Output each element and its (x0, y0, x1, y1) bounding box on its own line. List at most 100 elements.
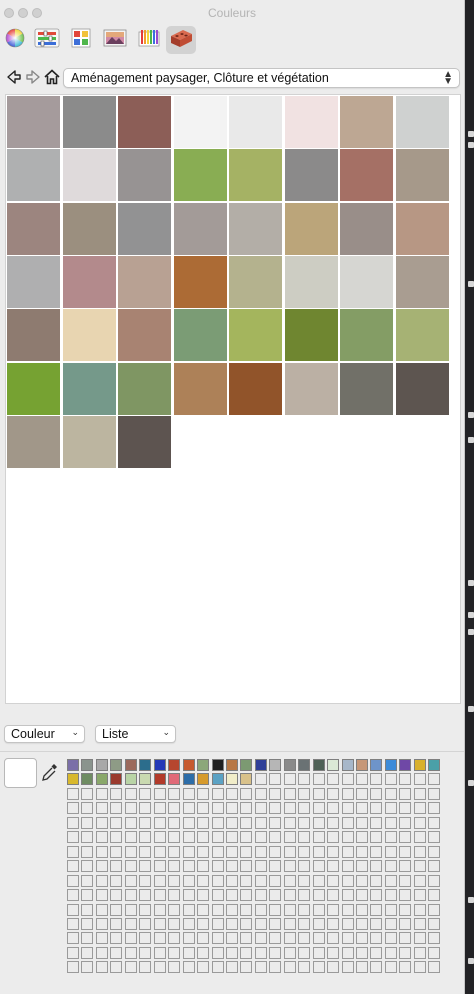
favorite-color-cell[interactable] (269, 932, 282, 945)
favorite-color-cell[interactable] (254, 816, 267, 829)
favorite-color-cell[interactable] (168, 932, 181, 945)
favorite-color-cell[interactable] (384, 874, 397, 887)
material-swatch[interactable] (284, 96, 338, 148)
favorite-color-cell[interactable] (283, 917, 296, 930)
favorite-color-cell[interactable] (225, 759, 238, 771)
favorite-color-cell[interactable] (370, 946, 383, 959)
favorite-color-cell[interactable] (67, 903, 79, 916)
favorite-color-cell[interactable] (81, 961, 94, 974)
favorite-color-cell[interactable] (182, 889, 195, 902)
favorite-color-cell[interactable] (240, 759, 253, 771)
favorite-color-cell[interactable] (153, 946, 166, 959)
favorite-color-cell[interactable] (211, 831, 224, 844)
favorite-color-cell[interactable] (254, 961, 267, 974)
favorite-color-cell[interactable] (153, 917, 166, 930)
favorite-color-cell[interactable] (327, 831, 340, 844)
material-swatch[interactable] (62, 415, 116, 468)
favorite-color-cell[interactable] (384, 903, 397, 916)
favorite-color-cell[interactable] (211, 773, 224, 786)
material-swatch[interactable] (118, 309, 171, 362)
favorite-color-cell[interactable] (254, 773, 267, 786)
favorite-color-cell[interactable] (81, 889, 94, 902)
favorite-color-cell[interactable] (341, 845, 354, 858)
favorite-color-cell[interactable] (153, 802, 166, 815)
home-button[interactable] (44, 69, 60, 85)
material-swatch[interactable] (7, 202, 60, 255)
favorite-color-cell[interactable] (356, 917, 368, 930)
favorite-color-cell[interactable] (124, 802, 137, 815)
favorite-color-cell[interactable] (384, 845, 397, 858)
favorite-color-cell[interactable] (399, 860, 412, 873)
favorite-color-cell[interactable] (197, 917, 210, 930)
favorite-color-cell[interactable] (327, 802, 340, 815)
favorite-color-cell[interactable] (356, 816, 368, 829)
favorite-color-cell[interactable] (67, 917, 79, 930)
favorite-color-cell[interactable] (312, 759, 325, 771)
favorite-color-cell[interactable] (428, 845, 441, 858)
favorite-color-cell[interactable] (327, 917, 340, 930)
favorite-color-cell[interactable] (211, 917, 224, 930)
crayons-tab[interactable] (134, 26, 164, 54)
favorite-color-cell[interactable] (168, 787, 181, 800)
favorite-color-cell[interactable] (240, 860, 253, 873)
favorite-color-cell[interactable] (254, 845, 267, 858)
favorite-color-cell[interactable] (356, 831, 368, 844)
favorite-color-cell[interactable] (182, 961, 195, 974)
forward-button[interactable] (25, 69, 41, 85)
favorite-color-cell[interactable] (95, 816, 108, 829)
favorite-color-cell[interactable] (298, 860, 311, 873)
favorite-color-cell[interactable] (413, 816, 426, 829)
favorite-color-cell[interactable] (182, 917, 195, 930)
favorite-color-cell[interactable] (283, 860, 296, 873)
favorite-color-cell[interactable] (399, 961, 412, 974)
favorite-color-cell[interactable] (81, 816, 94, 829)
favorite-color-cell[interactable] (428, 802, 441, 815)
favorite-color-cell[interactable] (341, 787, 354, 800)
favorite-color-cell[interactable] (283, 831, 296, 844)
material-swatch[interactable] (7, 255, 60, 308)
favorite-color-cell[interactable] (182, 816, 195, 829)
favorite-color-cell[interactable] (356, 845, 368, 858)
favorite-color-cell[interactable] (225, 961, 238, 974)
favorite-color-cell[interactable] (67, 961, 79, 974)
favorite-color-cell[interactable] (139, 802, 152, 815)
favorite-color-cell[interactable] (182, 759, 195, 771)
favorite-color-cell[interactable] (298, 759, 311, 771)
favorite-color-cell[interactable] (312, 860, 325, 873)
favorite-color-cell[interactable] (197, 787, 210, 800)
material-swatch[interactable] (118, 255, 171, 308)
favorite-color-cell[interactable] (341, 932, 354, 945)
favorite-color-cell[interactable] (254, 802, 267, 815)
favorite-color-cell[interactable] (254, 860, 267, 873)
favorite-color-cell[interactable] (341, 917, 354, 930)
favorite-color-cell[interactable] (95, 961, 108, 974)
favorite-color-cell[interactable] (139, 816, 152, 829)
material-swatch[interactable] (7, 415, 60, 468)
favorite-color-cell[interactable] (254, 932, 267, 945)
material-swatch[interactable] (62, 202, 116, 255)
favorite-color-cell[interactable] (211, 961, 224, 974)
favorite-color-cell[interactable] (327, 961, 340, 974)
favorite-color-cell[interactable] (370, 759, 383, 771)
material-swatch[interactable] (118, 202, 171, 255)
favorite-color-cell[interactable] (341, 903, 354, 916)
favorite-color-cell[interactable] (225, 917, 238, 930)
favorite-color-cell[interactable] (153, 773, 166, 786)
favorite-color-cell[interactable] (225, 773, 238, 786)
favorite-color-cell[interactable] (110, 889, 123, 902)
favorite-color-cell[interactable] (110, 903, 123, 916)
favorite-color-cell[interactable] (370, 845, 383, 858)
favorite-color-cell[interactable] (413, 860, 426, 873)
favorite-color-cell[interactable] (269, 903, 282, 916)
favorite-color-cell[interactable] (428, 831, 441, 844)
favorite-color-cell[interactable] (139, 787, 152, 800)
favorite-color-cell[interactable] (182, 802, 195, 815)
favorite-color-cell[interactable] (240, 932, 253, 945)
favorite-color-cell[interactable] (211, 845, 224, 858)
favorite-color-cell[interactable] (225, 831, 238, 844)
favorite-color-cell[interactable] (168, 860, 181, 873)
favorite-color-cell[interactable] (211, 932, 224, 945)
favorite-color-cell[interactable] (240, 816, 253, 829)
favorite-color-cell[interactable] (384, 759, 397, 771)
material-swatch[interactable] (118, 149, 171, 202)
